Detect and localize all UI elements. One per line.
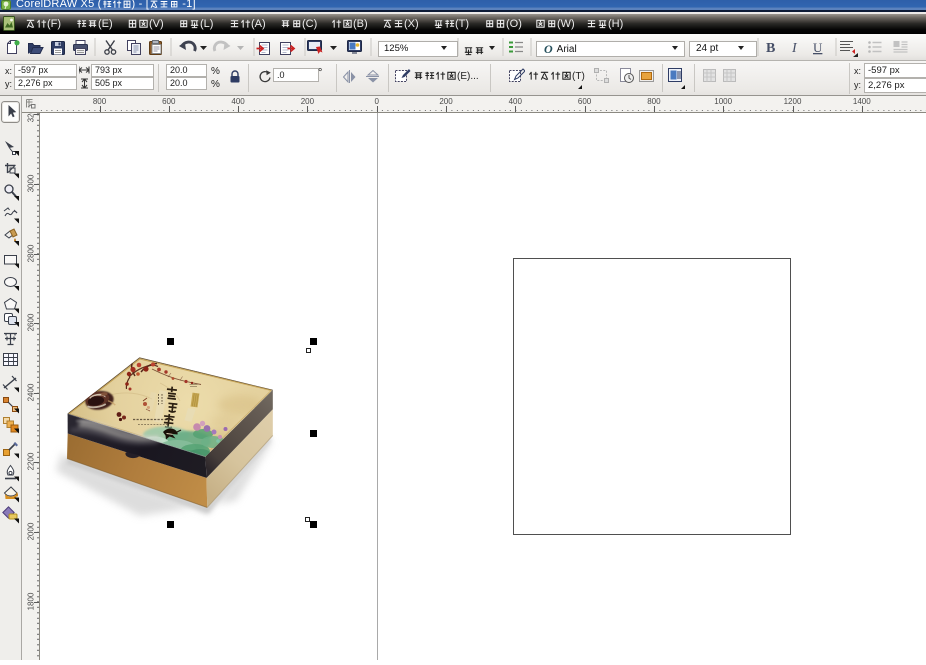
- svg-text:B: B: [766, 41, 775, 56]
- svg-text:I: I: [791, 41, 798, 56]
- svg-text:U: U: [813, 40, 823, 55]
